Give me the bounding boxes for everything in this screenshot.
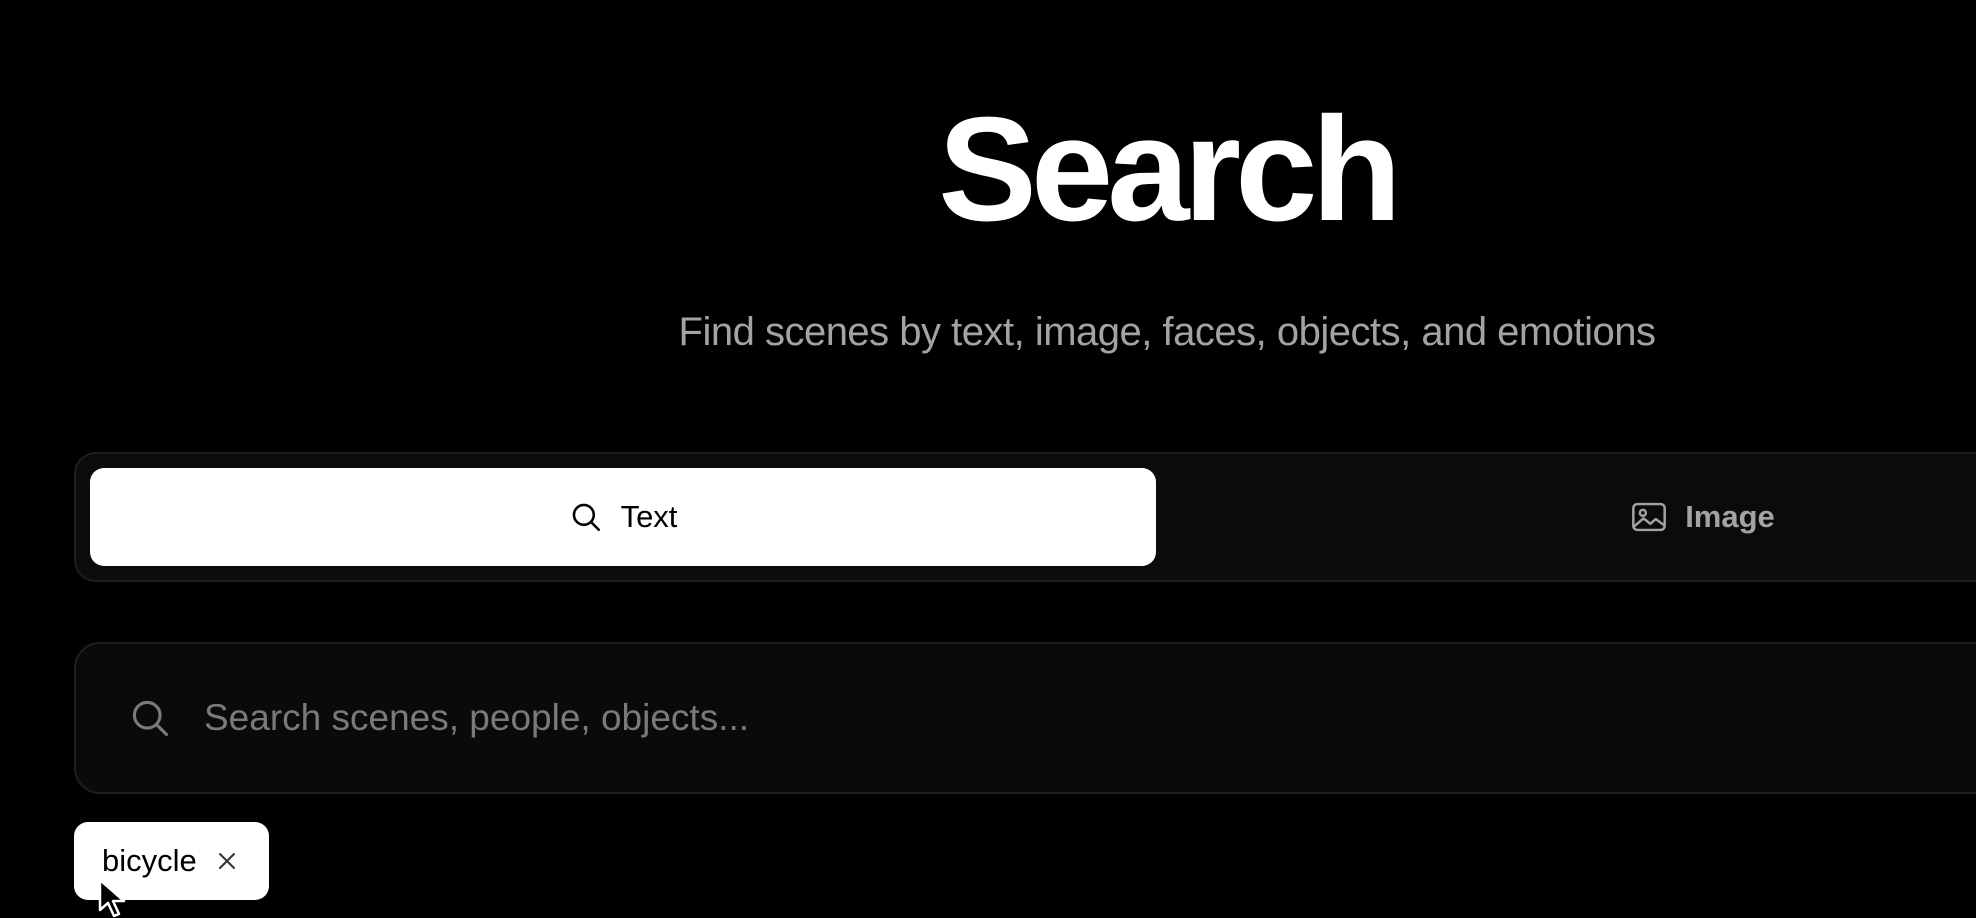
page-subtitle: Find scenes by text, image, faces, objec… [678, 310, 1656, 354]
search-input[interactable] [204, 644, 1804, 792]
search-mode-toggle: Text Image [74, 452, 1976, 582]
filter-chip-label: bicycle [102, 843, 197, 878]
tab-text[interactable]: Text [90, 468, 1156, 566]
page-title: Search [938, 87, 1402, 252]
search-icon [569, 500, 603, 534]
search-page: Search Find scenes by text, image, faces… [0, 0, 1976, 918]
tab-image-label: Image [1685, 499, 1775, 534]
tab-text-label: Text [620, 499, 678, 534]
mouse-cursor-icon [98, 878, 128, 918]
search-box [74, 642, 1976, 794]
tab-image[interactable]: Image [1170, 468, 1976, 566]
search-icon [128, 696, 172, 740]
close-icon[interactable] [217, 851, 237, 871]
image-icon [1631, 502, 1667, 532]
